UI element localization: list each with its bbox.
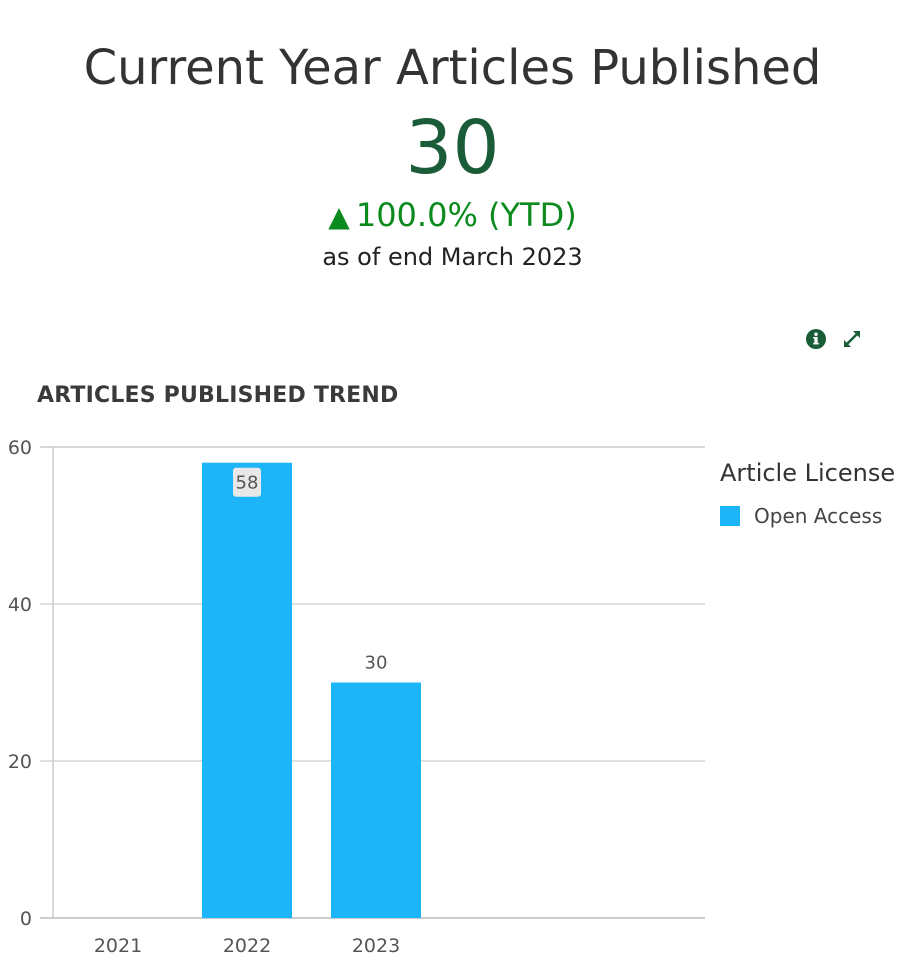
expand-button[interactable] xyxy=(840,327,864,351)
legend-item-open-access[interactable]: Open Access xyxy=(720,504,895,528)
info-circle-icon xyxy=(806,329,826,349)
kpi-title: Current Year Articles Published xyxy=(83,40,822,96)
legend-title: Article License xyxy=(720,459,896,487)
y-tick-label: 60 xyxy=(8,437,32,459)
y-tick-label: 40 xyxy=(8,594,32,616)
x-tick-label: 2021 xyxy=(94,935,142,957)
chart-toolbar xyxy=(804,326,864,352)
kpi-value: 30 xyxy=(405,105,500,191)
kpi-as-of: as of end March 2023 xyxy=(322,243,583,271)
data-label: 58 xyxy=(236,473,259,494)
y-tick-label: 20 xyxy=(8,751,32,773)
x-tick-label: 2022 xyxy=(223,935,271,957)
bar xyxy=(202,462,292,918)
kpi-change-text: 100.0% (YTD) xyxy=(355,196,577,234)
bar xyxy=(331,682,421,918)
expand-arrows-icon xyxy=(844,331,860,347)
kpi-change: ▲ 100.0% (YTD) xyxy=(0,195,905,237)
up-arrow-icon: ▲ xyxy=(328,200,350,233)
data-label: 30 xyxy=(365,653,388,674)
x-tick-label: 2023 xyxy=(352,935,400,957)
legend-label: Open Access xyxy=(754,504,883,528)
chart-title: ARTICLES PUBLISHED TREND xyxy=(37,383,399,408)
legend-swatch xyxy=(720,506,740,526)
chart-legend: Article License Open Access xyxy=(720,458,895,528)
y-tick-label: 0 xyxy=(20,908,32,930)
bar-chart: 0 20 40 60 2021 58 2022 30 2023 xyxy=(8,437,705,957)
info-button[interactable] xyxy=(804,327,828,351)
